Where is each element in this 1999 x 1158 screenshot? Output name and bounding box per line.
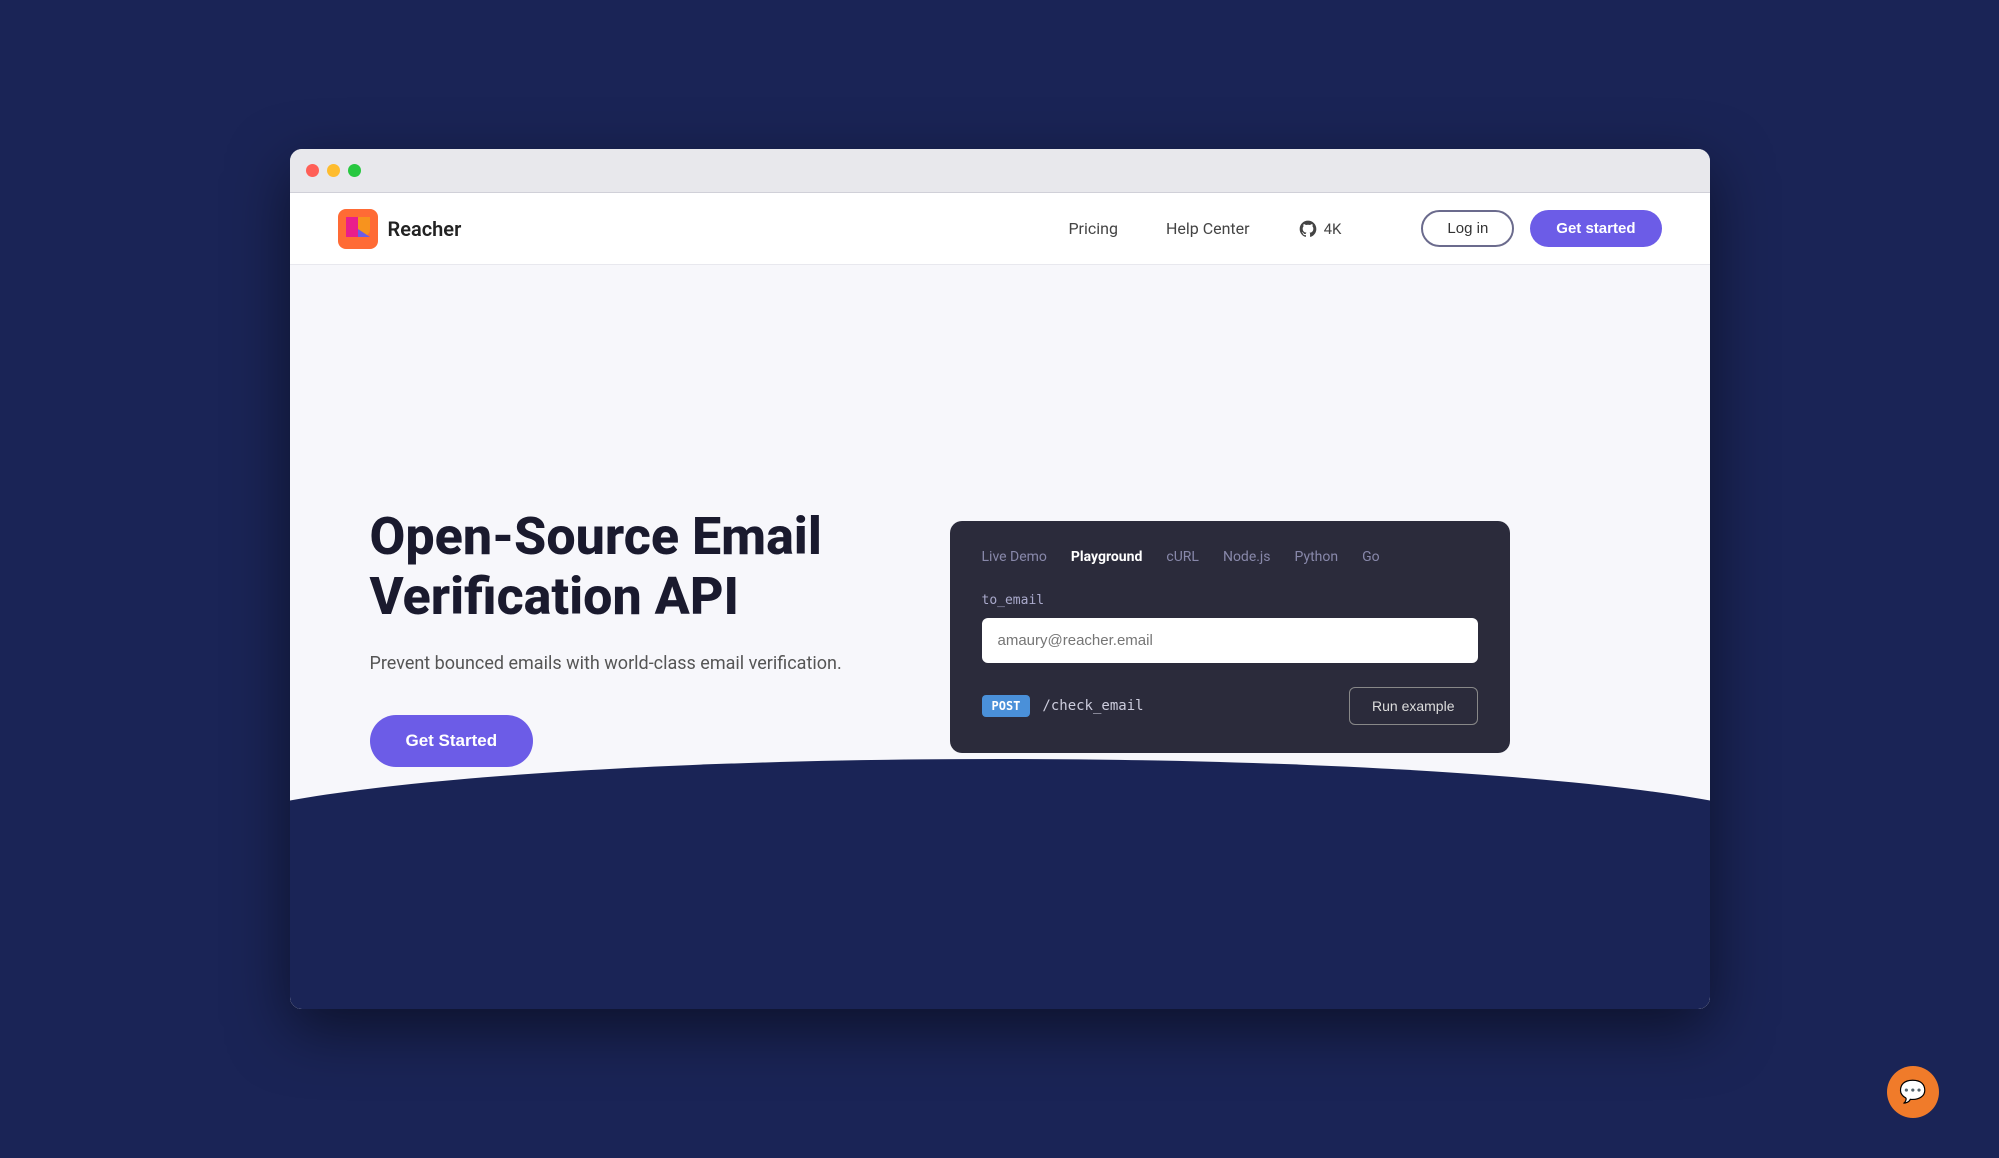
demo-card: Live Demo Playground cURL Node.js Python… xyxy=(950,521,1510,753)
email-label: to_email xyxy=(982,593,1478,608)
method-badge: POST xyxy=(982,695,1031,717)
page-content: Reacher Pricing Help Center 4K Log in Ge… xyxy=(290,193,1710,1009)
run-example-button[interactable]: Run example xyxy=(1349,687,1478,725)
title-bar xyxy=(290,149,1710,193)
hero-title: Open-Source Email Verification API xyxy=(370,507,890,627)
logo-name: Reacher xyxy=(388,217,462,241)
hero-subtitle: Prevent bounced emails with world-class … xyxy=(370,650,890,679)
nav-pricing[interactable]: Pricing xyxy=(1068,219,1118,238)
chat-button[interactable]: 💬 xyxy=(1887,1066,1939,1118)
nav-help-center[interactable]: Help Center xyxy=(1166,219,1250,238)
traffic-lights xyxy=(306,164,361,177)
github-badge[interactable]: 4K xyxy=(1298,219,1342,239)
tab-nodejs[interactable]: Node.js xyxy=(1223,549,1271,565)
close-button[interactable] xyxy=(306,164,319,177)
github-icon xyxy=(1298,219,1318,239)
demo-tabs: Live Demo Playground cURL Node.js Python… xyxy=(982,549,1478,565)
hero-section: Open-Source Email Verification API Preve… xyxy=(290,265,1710,1009)
logo-icon xyxy=(338,209,378,249)
endpoint-text: /check_email xyxy=(1042,698,1143,714)
nav-links: Pricing Help Center 4K xyxy=(1068,219,1341,239)
minimize-button[interactable] xyxy=(327,164,340,177)
tab-go[interactable]: Go xyxy=(1362,549,1380,565)
logo-area[interactable]: Reacher xyxy=(338,209,462,249)
chat-icon: 💬 xyxy=(1899,1080,1926,1105)
tab-playground[interactable]: Playground xyxy=(1071,549,1142,565)
tab-python[interactable]: Python xyxy=(1295,549,1339,565)
browser-window: Reacher Pricing Help Center 4K Log in Ge… xyxy=(290,149,1710,1009)
get-started-nav-button[interactable]: Get started xyxy=(1530,210,1661,247)
demo-footer: POST /check_email Run example xyxy=(982,687,1478,725)
email-form-group: to_email xyxy=(982,593,1478,663)
post-badge-area: POST /check_email xyxy=(982,695,1144,717)
email-input[interactable] xyxy=(982,618,1478,663)
navbar: Reacher Pricing Help Center 4K Log in Ge… xyxy=(290,193,1710,265)
github-count: 4K xyxy=(1324,220,1342,238)
tab-curl[interactable]: cURL xyxy=(1166,549,1199,565)
login-button[interactable]: Log in xyxy=(1421,210,1514,247)
maximize-button[interactable] xyxy=(348,164,361,177)
tab-live-demo[interactable]: Live Demo xyxy=(982,549,1047,565)
get-started-hero-button[interactable]: Get Started xyxy=(370,715,534,767)
hero-text: Open-Source Email Verification API Preve… xyxy=(370,507,890,767)
nav-actions: Log in Get started xyxy=(1421,210,1661,247)
